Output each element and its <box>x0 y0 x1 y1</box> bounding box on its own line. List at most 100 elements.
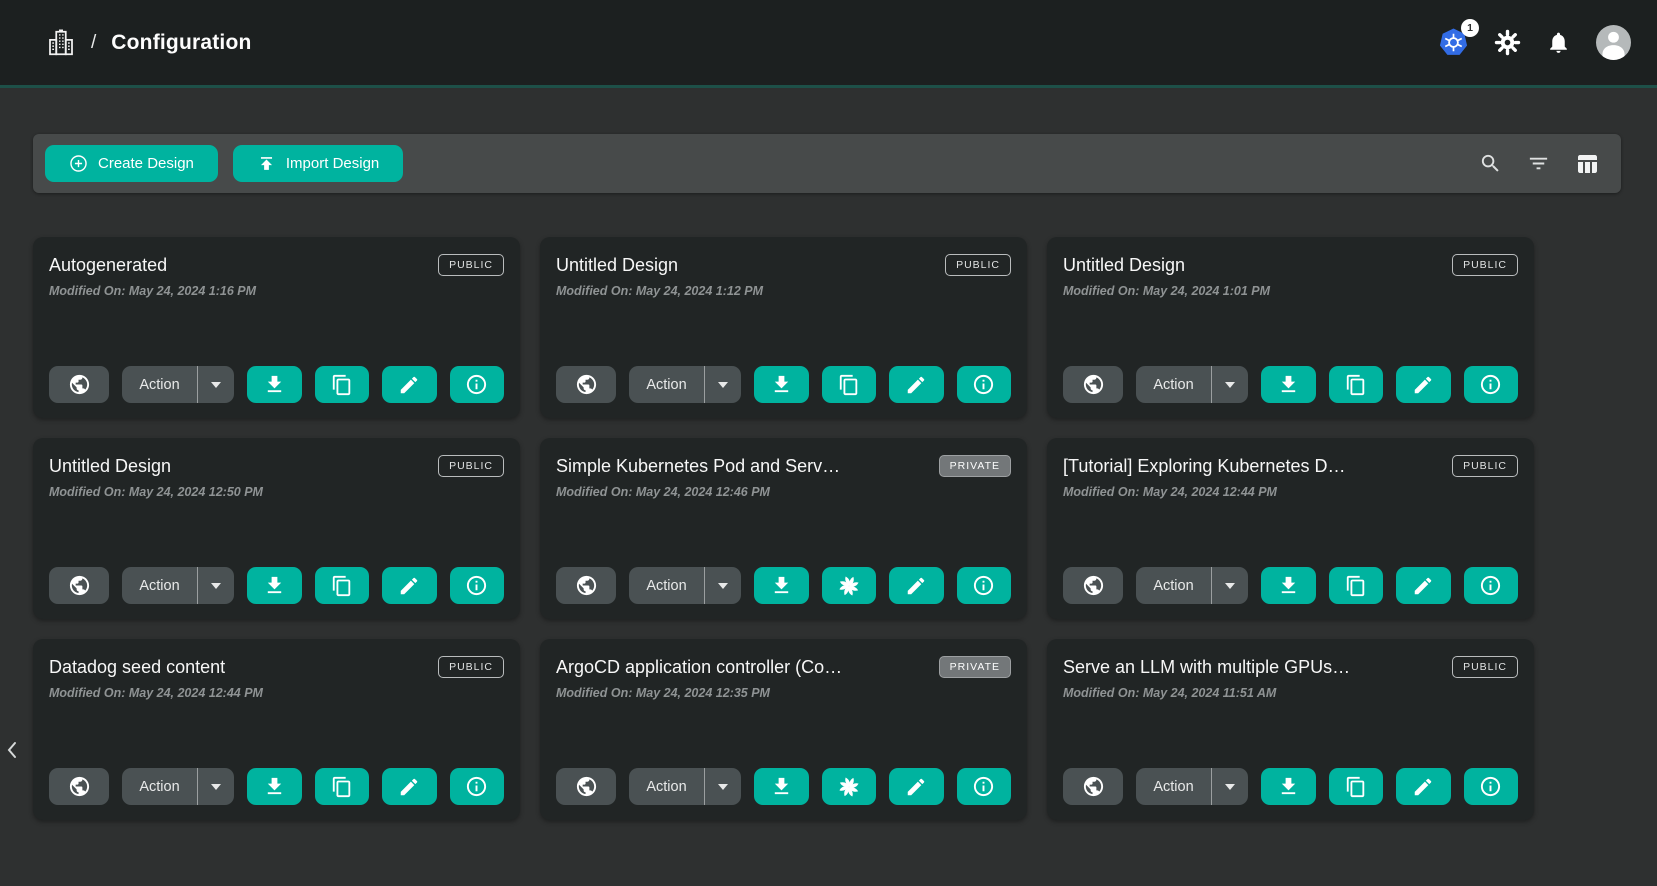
download-button[interactable] <box>1261 567 1316 604</box>
design-grid: Autogenerated PUBLIC Modified On: May 24… <box>33 237 1657 820</box>
globe-icon <box>1082 775 1105 798</box>
download-button[interactable] <box>247 567 302 604</box>
edit-button[interactable] <box>889 366 944 403</box>
edit-button[interactable] <box>382 768 437 805</box>
visibility-globe-button[interactable] <box>556 768 616 805</box>
filter-button[interactable] <box>1527 152 1550 175</box>
building-icon[interactable] <box>46 28 76 58</box>
action-dropdown-button[interactable] <box>198 366 234 403</box>
modified-date: Modified On: May 24, 2024 12:44 PM <box>49 686 504 700</box>
action-button[interactable]: Action <box>629 366 704 403</box>
action-dropdown-button[interactable] <box>705 366 741 403</box>
info-button[interactable] <box>1464 366 1519 403</box>
edit-button[interactable] <box>889 768 944 805</box>
breadcrumb: / Configuration <box>46 28 252 58</box>
download-button[interactable] <box>754 366 809 403</box>
action-dropdown-button[interactable] <box>198 768 234 805</box>
info-button[interactable] <box>1464 567 1519 604</box>
import-design-button[interactable]: Import Design <box>233 145 403 182</box>
info-icon <box>972 574 995 597</box>
edit-button[interactable] <box>382 366 437 403</box>
action-button[interactable]: Action <box>1136 567 1211 604</box>
chevron-down-icon <box>718 583 728 589</box>
visibility-globe-button[interactable] <box>1063 567 1123 604</box>
download-button[interactable] <box>247 768 302 805</box>
info-button[interactable] <box>957 768 1012 805</box>
design-title: Untitled Design <box>556 255 941 276</box>
notifications-button[interactable] <box>1546 30 1571 55</box>
modified-date: Modified On: May 24, 2024 12:46 PM <box>556 485 1011 499</box>
download-icon <box>263 775 286 798</box>
download-button[interactable] <box>247 366 302 403</box>
action-button[interactable]: Action <box>629 567 704 604</box>
action-dropdown-button[interactable] <box>1212 768 1248 805</box>
visibility-globe-button[interactable] <box>556 567 616 604</box>
action-dropdown-button[interactable] <box>1212 366 1248 403</box>
info-button[interactable] <box>450 768 505 805</box>
visibility-globe-button[interactable] <box>556 366 616 403</box>
edit-button[interactable] <box>382 567 437 604</box>
table-view-button[interactable] <box>1575 152 1599 176</box>
card-actions: Action <box>49 768 504 805</box>
edit-button[interactable] <box>889 567 944 604</box>
settings-button[interactable] <box>1494 29 1521 56</box>
visibility-globe-button[interactable] <box>1063 366 1123 403</box>
download-button[interactable] <box>754 567 809 604</box>
page-title: Configuration <box>111 31 251 55</box>
action-button[interactable]: Action <box>122 567 197 604</box>
secondary-action-button[interactable] <box>1329 366 1384 403</box>
chevron-down-icon <box>718 382 728 388</box>
secondary-action-button[interactable] <box>822 768 877 805</box>
action-button[interactable]: Action <box>1136 366 1211 403</box>
design-title: Simple Kubernetes Pod and Serv… <box>556 456 941 477</box>
design-card: [Tutorial] Exploring Kubernetes D… PUBLI… <box>1047 438 1534 619</box>
globe-icon <box>575 574 598 597</box>
visibility-globe-button[interactable] <box>1063 768 1123 805</box>
globe-icon <box>1082 373 1105 396</box>
globe-icon <box>68 775 91 798</box>
action-dropdown-button[interactable] <box>705 768 741 805</box>
info-button[interactable] <box>1464 768 1519 805</box>
action-split-button: Action <box>122 768 234 805</box>
secondary-action-button[interactable] <box>315 366 370 403</box>
edit-button[interactable] <box>1396 567 1451 604</box>
secondary-action-button[interactable] <box>1329 768 1384 805</box>
secondary-action-button[interactable] <box>1329 567 1384 604</box>
action-dropdown-button[interactable] <box>198 567 234 604</box>
visibility-globe-button[interactable] <box>49 567 109 604</box>
download-button[interactable] <box>1261 768 1316 805</box>
action-button[interactable]: Action <box>122 768 197 805</box>
navbar-actions: 1 <box>1438 25 1631 60</box>
search-button[interactable] <box>1479 152 1502 175</box>
edit-button[interactable] <box>1396 366 1451 403</box>
visibility-globe-button[interactable] <box>49 366 109 403</box>
action-dropdown-button[interactable] <box>705 567 741 604</box>
action-button[interactable]: Action <box>629 768 704 805</box>
edit-button[interactable] <box>1396 768 1451 805</box>
secondary-action-button[interactable] <box>315 567 370 604</box>
info-button[interactable] <box>450 567 505 604</box>
visibility-globe-button[interactable] <box>49 768 109 805</box>
info-button[interactable] <box>957 567 1012 604</box>
create-design-button[interactable]: Create Design <box>45 145 218 182</box>
download-button[interactable] <box>1261 366 1316 403</box>
upload-icon <box>257 154 276 173</box>
pencil-icon <box>905 374 927 396</box>
info-button[interactable] <box>450 366 505 403</box>
chevron-down-icon <box>1225 583 1235 589</box>
download-button[interactable] <box>754 768 809 805</box>
info-button[interactable] <box>957 366 1012 403</box>
design-card: Untitled Design PUBLIC Modified On: May … <box>540 237 1027 418</box>
navbar: / Configuration 1 <box>0 0 1657 88</box>
action-button[interactable]: Action <box>122 366 197 403</box>
secondary-action-button[interactable] <box>822 366 877 403</box>
secondary-action-button[interactable] <box>822 567 877 604</box>
copy-icon <box>1345 776 1367 798</box>
drawer-collapse-button[interactable] <box>2 736 22 764</box>
secondary-action-button[interactable] <box>315 768 370 805</box>
user-avatar[interactable] <box>1596 25 1631 60</box>
person-icon <box>1596 25 1631 60</box>
action-button[interactable]: Action <box>1136 768 1211 805</box>
kubernetes-context-chip[interactable]: 1 <box>1438 27 1469 58</box>
action-dropdown-button[interactable] <box>1212 567 1248 604</box>
